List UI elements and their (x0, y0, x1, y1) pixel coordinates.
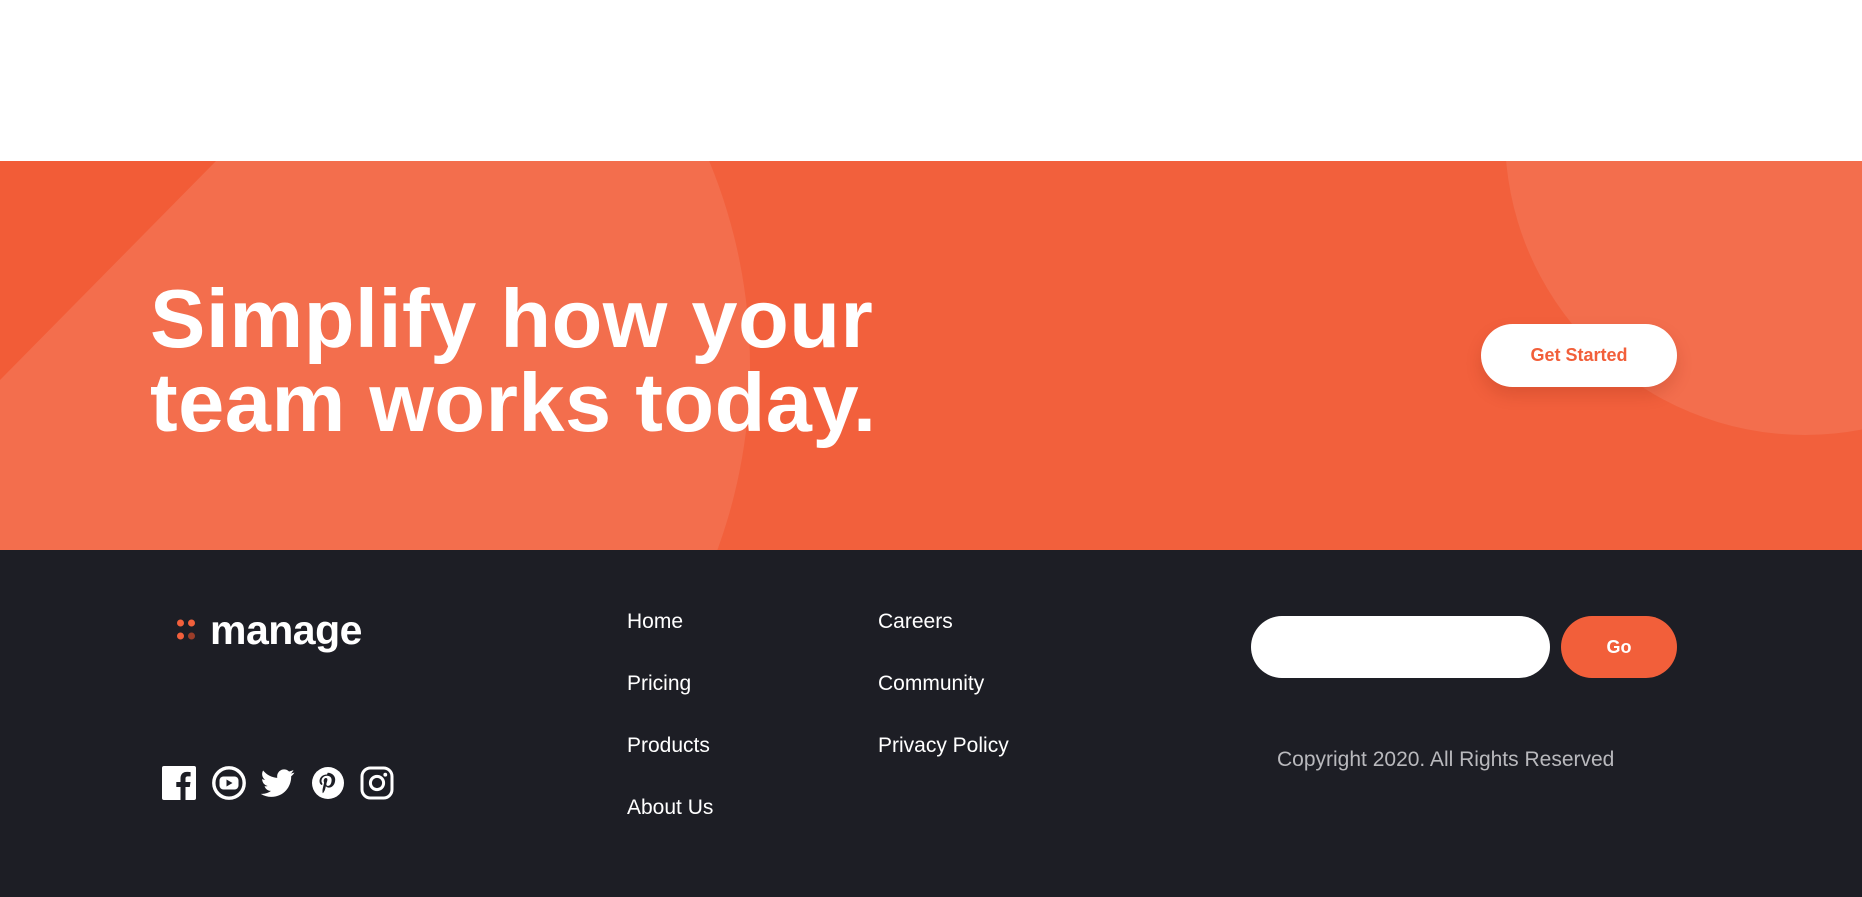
footer-link-pricing[interactable]: Pricing (627, 673, 713, 736)
footer-nav-primary: Home Pricing Products About Us (627, 611, 713, 860)
get-started-button[interactable]: Get Started (1481, 324, 1677, 387)
logo-text: manage (210, 607, 362, 653)
newsletter-email-input[interactable] (1251, 616, 1550, 678)
footer-nav-secondary: Careers Community Privacy Policy (878, 611, 1009, 798)
site-footer: manage Home Pricing Products About Us Ca… (0, 550, 1862, 897)
footer-link-careers[interactable]: Careers (878, 611, 1009, 674)
page-top-blank (0, 0, 1862, 161)
facebook-icon[interactable] (162, 766, 196, 800)
footer-link-home[interactable]: Home (627, 611, 713, 674)
cta-headline-line1: Simplify how your (150, 272, 874, 365)
cta-headline-line2: team works today. (150, 356, 877, 449)
go-button[interactable]: Go (1561, 616, 1677, 678)
copyright-text: Copyright 2020. All Rights Reserved (1277, 748, 1615, 771)
cta-banner: Simplify how your team works today. Get … (0, 161, 1862, 550)
logo-dots-icon (177, 619, 195, 640)
pinterest-icon[interactable] (311, 766, 345, 800)
social-links (162, 766, 410, 800)
footer-link-community[interactable]: Community (878, 673, 1009, 736)
footer-link-privacy-policy[interactable]: Privacy Policy (878, 735, 1009, 798)
logo[interactable]: manage (176, 608, 362, 652)
twitter-icon[interactable] (261, 766, 295, 800)
footer-link-products[interactable]: Products (627, 735, 713, 798)
instagram-icon[interactable] (360, 766, 394, 800)
footer-link-about-us[interactable]: About Us (627, 797, 713, 860)
youtube-icon[interactable] (211, 766, 246, 800)
cta-headline: Simplify how your team works today. (150, 277, 877, 445)
